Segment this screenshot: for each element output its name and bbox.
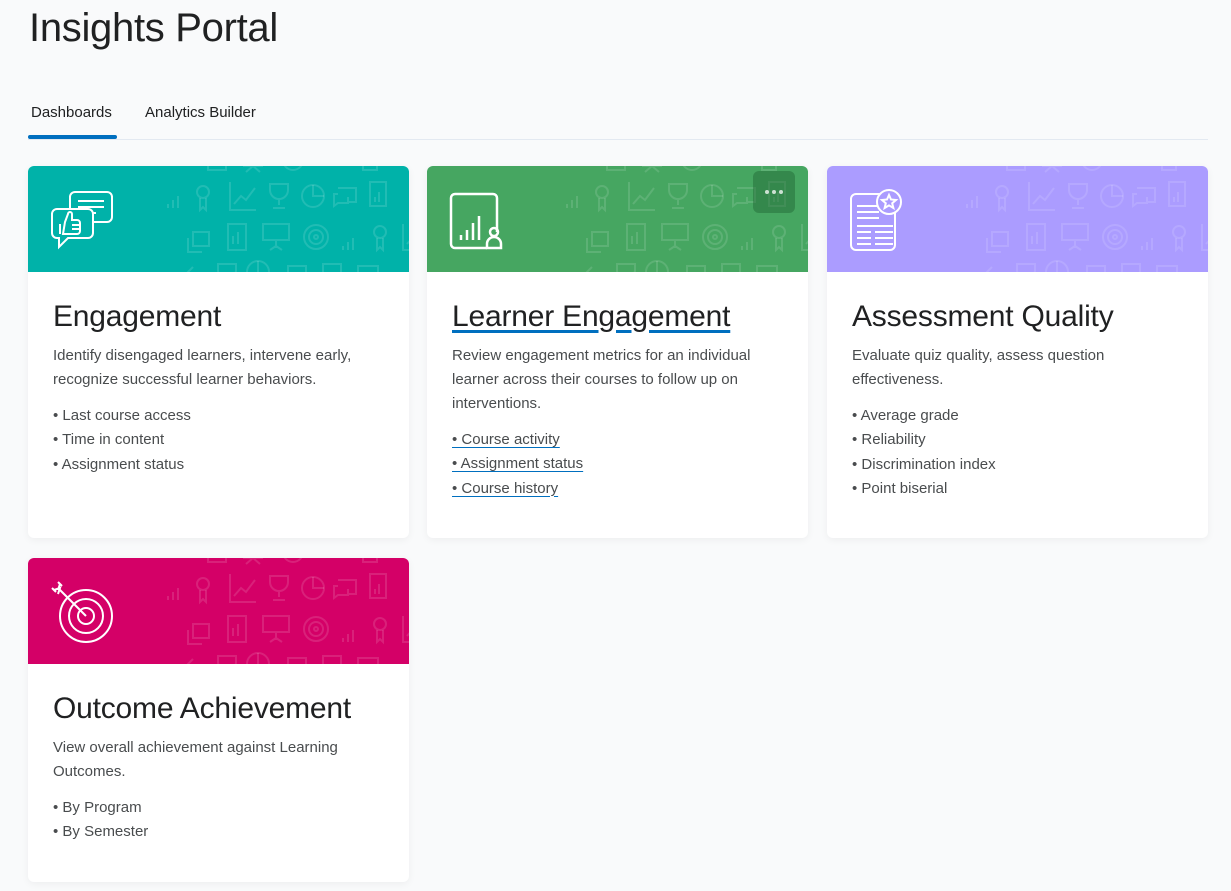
card-metric-item: • Time in content — [53, 431, 165, 449]
card-metric-item: • Assignment status — [53, 455, 185, 473]
card-metric-item: • By Program — [53, 799, 142, 816]
card-header-assessment-quality — [827, 166, 1208, 272]
card-metric-list: • Last course access • Time in content •… — [53, 404, 384, 477]
card-metric-item: • Discrimination index — [852, 455, 996, 473]
card-metric-list: • Average grade • Reliability • Discrimi… — [852, 404, 1183, 501]
tab-selected-indicator — [28, 135, 117, 139]
card-description: Evaluate quiz quality, assess question e… — [852, 347, 1105, 388]
card-metric-link[interactable]: • Course activity — [452, 431, 560, 448]
card-metric-item: • Last course access — [53, 407, 191, 424]
card-metric-item: • Reliability — [852, 431, 926, 449]
more-dots-icon — [765, 190, 769, 194]
tab-analytics-builder[interactable]: Analytics Builder — [143, 104, 258, 121]
card-description: Identify disengaged learners, intervene … — [53, 347, 352, 388]
card-metric-item: • Average grade — [852, 407, 959, 424]
card-title: Assessment Quality — [852, 300, 1114, 333]
card-title: Engagement — [53, 300, 222, 333]
page-title: Insights Portal — [29, 6, 278, 50]
dashboard-card-outcome-achievement[interactable]: Outcome Achievement View overall achieve… — [28, 558, 409, 882]
card-description: View overall achievement against Learnin… — [53, 739, 338, 780]
dashboard-card-learner-engagement[interactable]: Learner Engagement Review engagement met… — [427, 166, 808, 538]
thumbs-up-chat-icon — [51, 191, 113, 250]
card-metric-list: • By Program • By Semester — [53, 796, 384, 845]
card-options-menu-button[interactable] — [753, 171, 795, 213]
card-description: Review engagement metrics for an individ… — [452, 347, 751, 412]
target-arrow-icon — [51, 581, 113, 643]
certificate-document-icon — [850, 189, 902, 251]
card-metric-link[interactable]: • Assignment status — [452, 455, 583, 472]
card-metric-link[interactable]: • Course history — [452, 480, 558, 497]
card-title: Outcome Achievement — [53, 692, 352, 725]
card-metric-list: • Course activity • Assignment status • … — [452, 428, 783, 501]
card-header-learner-engagement — [427, 166, 808, 272]
dashboard-card-engagement[interactable]: Engagement Identify disengaged learners,… — [28, 166, 409, 538]
tab-dashboards[interactable]: Dashboards — [29, 104, 114, 121]
dashboard-card-assessment-quality[interactable]: Assessment Quality Evaluate quiz quality… — [827, 166, 1208, 538]
decorative-pattern — [167, 558, 409, 664]
card-header-engagement — [28, 166, 409, 272]
decorative-pattern — [966, 166, 1208, 272]
card-header-outcome-achievement — [28, 558, 409, 664]
card-title-link[interactable]: Learner Engagement — [452, 298, 730, 336]
report-user-icon — [449, 192, 503, 250]
card-metric-item: • Point biserial — [852, 479, 948, 497]
card-metric-item: • By Semester — [53, 823, 149, 841]
decorative-pattern — [167, 166, 409, 272]
tab-bar: Dashboards Analytics Builder — [28, 98, 1208, 140]
